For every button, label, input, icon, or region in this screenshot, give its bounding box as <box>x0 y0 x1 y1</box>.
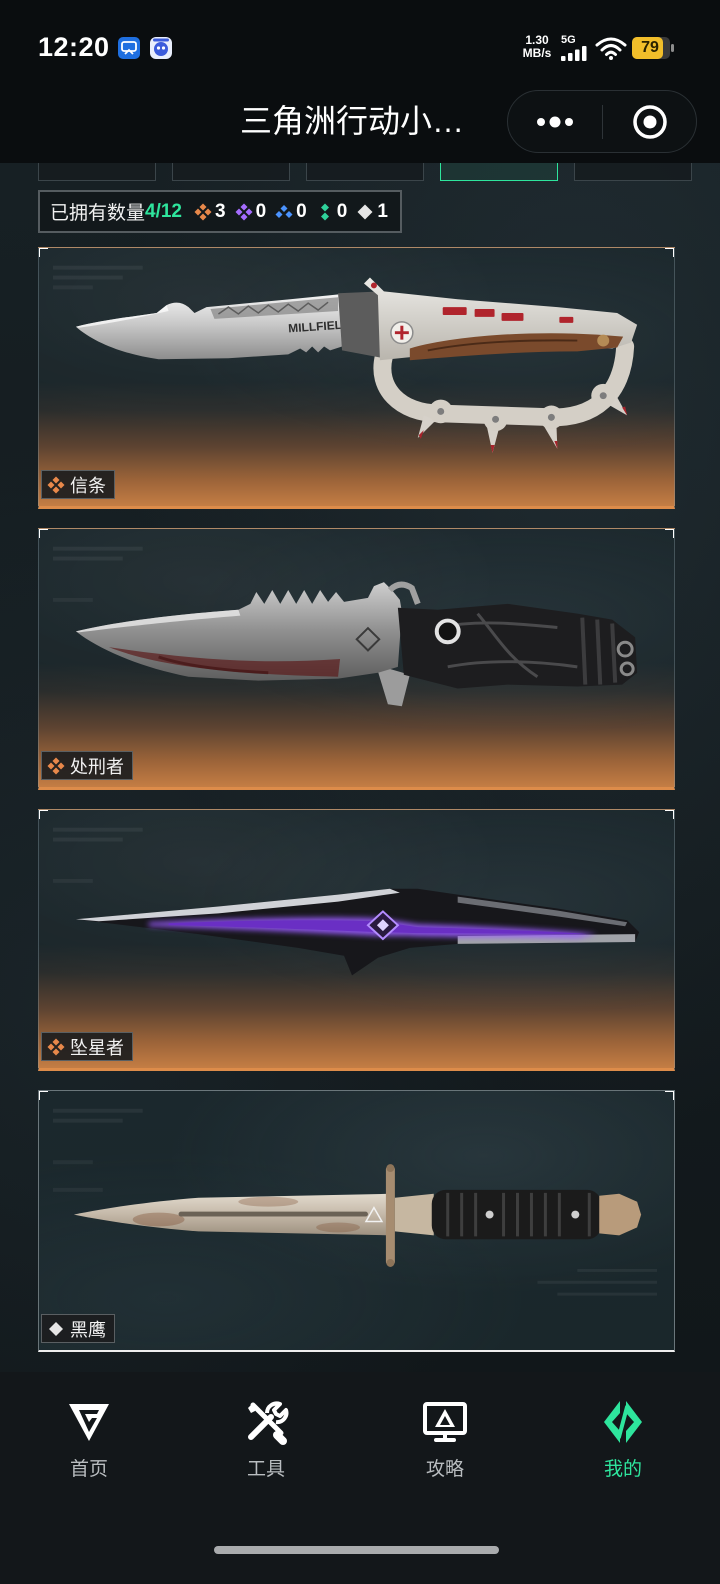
blue-rarity-icon <box>275 204 293 218</box>
network-speed-unit: MB/s <box>522 46 552 60</box>
rarity-count-orange: 3 <box>194 201 226 223</box>
rarity-count: 0 <box>296 200 307 222</box>
page-title: 三角洲行动小… <box>240 103 465 139</box>
tools-icon <box>248 1401 289 1445</box>
category-tab[interactable] <box>38 163 156 181</box>
nav-item-guide[interactable]: 攻略 <box>385 1372 505 1502</box>
nav-item-tools[interactable]: 工具 <box>206 1372 326 1502</box>
green-rarity-icon <box>320 203 329 220</box>
knife-image: MILLFIELD <box>52 265 638 453</box>
rarity-count: 0 <box>336 200 348 222</box>
app-notification-icon <box>118 37 140 59</box>
capsule-divider <box>602 105 603 139</box>
corner-bracket <box>39 248 48 257</box>
owned-count: 4/12 <box>145 200 182 222</box>
knife-name: 黑鹰 <box>70 1319 106 1340</box>
app-notification-icon <box>150 37 172 59</box>
nav-item-profile[interactable]: 我的 <box>563 1372 683 1502</box>
white-rarity-icon <box>357 204 373 219</box>
more-dots-icon[interactable] <box>530 111 580 133</box>
signal-icon <box>561 46 587 61</box>
knife-image <box>52 827 640 976</box>
category-tab[interactable] <box>306 163 424 181</box>
rarity-count: 3 <box>215 200 226 222</box>
guide-monitor-icon <box>423 1402 467 1442</box>
corner-bracket <box>39 810 48 819</box>
bottom-navigation: 首页 工具 攻略 我的 <box>0 1372 720 1584</box>
knife-name-tag: 黑鹰 <box>41 1314 115 1343</box>
category-tab[interactable] <box>172 163 290 181</box>
orange-rarity-icon <box>47 1038 65 1055</box>
corner-bracket <box>665 810 674 819</box>
corner-bracket <box>665 1091 674 1100</box>
category-tab[interactable] <box>574 163 692 181</box>
knife-card[interactable]: 坠星者 <box>38 809 675 1071</box>
nav-label: 攻略 <box>425 1459 464 1480</box>
target-circle-icon[interactable] <box>632 104 668 140</box>
knife-name-tag: 信条 <box>41 470 115 499</box>
knife-name: 坠星者 <box>70 1037 124 1058</box>
corner-bracket <box>665 529 674 538</box>
orange-rarity-icon <box>47 757 65 774</box>
orange-rarity-icon <box>47 476 65 493</box>
nav-label: 工具 <box>246 1459 285 1480</box>
profile-logo-icon <box>604 1401 642 1443</box>
knife-image <box>52 1108 658 1296</box>
owned-count-bar: 已拥有数量 4/12 3 0 0 0 1 <box>38 190 402 233</box>
rarity-count-white: 1 <box>356 201 388 223</box>
knife-name-tag: 坠星者 <box>41 1032 133 1061</box>
battery-level: 79 <box>641 39 659 56</box>
network-speed: 1.30 MB/s <box>517 34 557 60</box>
purple-rarity-icon <box>235 203 253 220</box>
collection-content[interactable]: 已拥有数量 4/12 3 0 0 0 1 MILLFIELD 信条 处刑者 坠星… <box>0 163 720 1372</box>
nav-item-home[interactable]: 首页 <box>29 1372 149 1502</box>
rarity-count: 0 <box>255 200 267 222</box>
home-indicator[interactable] <box>214 1546 499 1554</box>
knife-card[interactable]: 黑鹰 <box>38 1090 675 1352</box>
corner-bracket <box>39 1091 48 1100</box>
knife-name-tag: 处刑者 <box>41 751 133 780</box>
wifi-icon <box>595 37 627 60</box>
knife-card[interactable]: 处刑者 <box>38 528 675 790</box>
corner-bracket <box>39 529 48 538</box>
owned-label: 已拥有数量 <box>50 203 146 224</box>
nav-label: 首页 <box>69 1459 108 1480</box>
orange-rarity-icon <box>194 203 212 220</box>
rarity-count-blue: 0 <box>275 201 307 223</box>
top-bar: 12:20 1.30 MB/s 5G 79 三角洲行动小… <box>0 0 720 163</box>
knife-name: 信条 <box>70 475 106 496</box>
rarity-count-green: 0 <box>316 200 348 223</box>
mini-program-capsule <box>507 90 697 153</box>
rarity-count-purple: 0 <box>235 200 267 223</box>
category-tab-active[interactable] <box>440 163 558 181</box>
knife-card[interactable]: MILLFIELD 信条 <box>38 247 675 509</box>
white-rarity-icon <box>49 1321 63 1336</box>
corner-bracket <box>665 248 674 257</box>
status-time: 12:20 <box>38 32 110 62</box>
rarity-count: 1 <box>377 200 388 222</box>
knife-image <box>52 546 638 707</box>
nav-label: 我的 <box>603 1459 642 1480</box>
knife-name: 处刑者 <box>70 756 124 777</box>
home-logo-icon <box>69 1404 109 1441</box>
